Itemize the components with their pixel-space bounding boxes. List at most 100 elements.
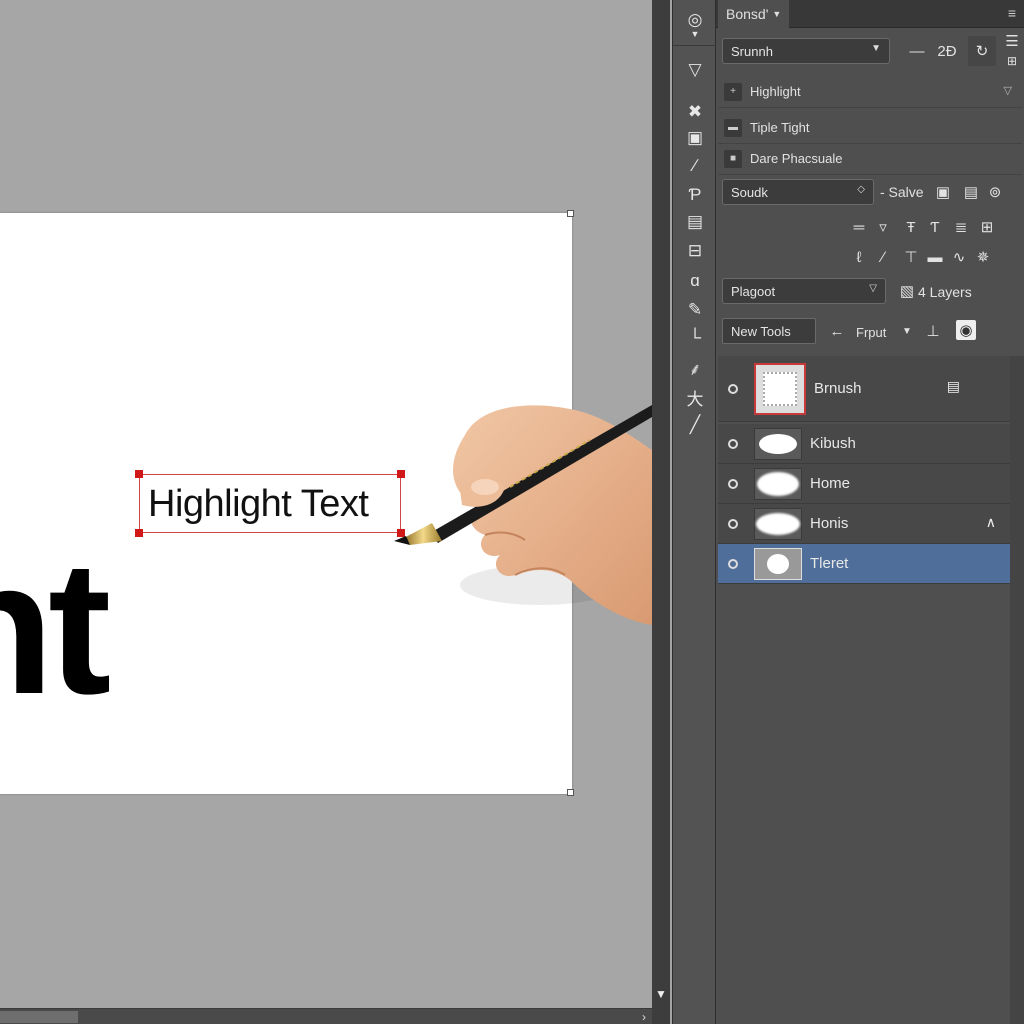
layer-name: Kibush <box>810 435 856 452</box>
layer-name: Brnush <box>814 380 862 397</box>
panel-tab-label: Bonsd' <box>726 6 769 22</box>
new-tools-label: New Tools <box>731 323 791 339</box>
brush-tool[interactable]: ✎ <box>679 296 711 324</box>
selection-handle-bl[interactable] <box>135 529 143 537</box>
scroll-right-icon[interactable]: › <box>642 1010 646 1024</box>
stamp-icon[interactable]: ⊥ <box>922 320 944 342</box>
rotate-icon[interactable]: ↻ <box>968 36 996 66</box>
textbox-icon[interactable]: ⊤ <box>900 246 922 268</box>
panel-header: Bonsd' ▼ ≡ <box>716 0 1024 28</box>
selection-handle-tl[interactable] <box>135 470 143 478</box>
fill-tool[interactable]: ▽ <box>679 56 711 84</box>
scroll-down-icon[interactable]: ▼ <box>655 987 667 1001</box>
back-arrow-icon[interactable]: ← <box>826 320 848 342</box>
panel-tab[interactable]: Bonsd' ▼ <box>718 0 790 28</box>
layer-thumbnail <box>754 362 806 415</box>
pattern-tool[interactable]: ⸙ <box>679 354 711 382</box>
visibility-toggle-icon[interactable] <box>728 438 738 449</box>
text-tracking-icon[interactable]: Ŧ <box>900 216 922 238</box>
stamp-tool[interactable]: ▣ <box>679 124 711 152</box>
layer-thumbnail <box>754 547 802 580</box>
visibility-toggle-icon[interactable] <box>728 383 738 394</box>
align-bottom-icon[interactable]: ═ <box>848 216 870 238</box>
style-dropdown-value: Soudk <box>731 184 768 200</box>
prop-row-highlight[interactable]: + Highlight ▽ <box>718 76 1022 108</box>
layer-item[interactable]: Home <box>718 464 1010 504</box>
layer-item-selected[interactable]: Tleret <box>718 544 1010 584</box>
visibility-toggle-icon[interactable] <box>728 518 738 529</box>
warp-icon[interactable]: ℓ <box>848 246 870 268</box>
layer-item[interactable]: Honis ∧ <box>718 504 1010 544</box>
minus-icon[interactable]: — <box>906 40 928 62</box>
align-lines-icon[interactable]: ☰ <box>1002 30 1022 52</box>
layer-thumbnail <box>754 467 802 500</box>
layer-item[interactable]: Brnush ▤ <box>718 356 1010 422</box>
crop-tool[interactable]: └ <box>679 324 711 352</box>
app-window: ht Highlight Text <box>0 0 1024 1024</box>
horizontal-scrollbar[interactable]: › <box>0 1008 652 1024</box>
prop-row-tiple-tight[interactable]: ▬ Tiple Tight <box>718 112 1022 144</box>
large-text-fragment[interactable]: ht <box>0 533 111 723</box>
type-tool[interactable]: Ƥ <box>679 181 711 209</box>
artboard-handle-br[interactable] <box>567 789 574 796</box>
grid-tool[interactable]: ⊟ <box>679 237 711 265</box>
glyphs-icon[interactable]: ⊞ <box>976 216 998 238</box>
canvas-area[interactable]: ht Highlight Text <box>0 0 652 1008</box>
folder-icon[interactable]: ▣ <box>932 181 954 203</box>
font-dropdown[interactable]: Srunnh ▼ <box>722 38 890 64</box>
text-transform-icon[interactable]: Ƭ <box>924 216 946 238</box>
paragraph-icon[interactable]: ≣ <box>950 216 972 238</box>
line-icon: ∕ <box>693 156 697 175</box>
lasso-tool[interactable]: ɑ <box>679 267 711 295</box>
pin-tool[interactable]: 大 <box>679 383 711 411</box>
layers-scrollbar[interactable] <box>1010 356 1024 1024</box>
magic-wand-tool[interactable]: ✖ <box>679 98 711 126</box>
save-button[interactable]: - Salve <box>880 184 924 200</box>
layer-name: Tleret <box>810 555 849 572</box>
sparkle-icon[interactable]: ✵ <box>972 246 994 268</box>
slash-icon[interactable]: ∕ <box>872 246 894 268</box>
link-icon[interactable]: ⊚ <box>984 181 1006 203</box>
layer-thumbnail <box>754 427 802 460</box>
visibility-toggle-icon[interactable] <box>728 558 738 569</box>
square-icon: ■ <box>724 149 742 168</box>
line-tool[interactable]: ∕ <box>679 152 711 180</box>
properties-panel: Bonsd' ▼ ≡ Srunnh ▼ — 2Ɖ ↻ ☰ ⊞ + Highlig… <box>716 0 1024 1024</box>
save-disk-icon[interactable]: ▤ <box>960 181 982 203</box>
panel-menu-icon[interactable]: ≡ <box>1008 5 1016 21</box>
vertical-scrollbar[interactable]: ▼ <box>652 0 670 1024</box>
pen-tool[interactable]: ╱ <box>679 411 711 439</box>
style-dropdown[interactable]: Soudk ◇ <box>722 179 874 205</box>
fill-icon: ▽ <box>688 60 702 79</box>
layer-item[interactable]: Kibush <box>718 424 1010 464</box>
stamp-icon: ▣ <box>686 128 704 147</box>
wave-icon[interactable]: ∿ <box>948 246 970 268</box>
pen-icon: ╱ <box>689 415 701 434</box>
selected-text[interactable]: Highlight Text <box>148 483 369 526</box>
layers-icon: ▧ <box>899 283 915 300</box>
front-dropdown[interactable]: Frput <box>856 325 886 340</box>
blend-mode-dropdown[interactable]: Plagoot ▽ <box>722 278 886 304</box>
horizontal-scroll-thumb[interactable] <box>0 1011 78 1023</box>
pin-icon: 大 <box>686 389 704 409</box>
pattern-icon: ⸙ <box>688 359 702 379</box>
columns-icon[interactable]: ⊞ <box>1002 50 1022 72</box>
eye-dropper-tool[interactable]: ◎ ▼ <box>673 4 717 46</box>
layer-options-icon[interactable]: ▤ <box>947 378 960 395</box>
plus-icon: + <box>724 82 742 101</box>
shape-icon[interactable]: ▿ <box>872 216 894 238</box>
text-selection-box[interactable]: Highlight Text <box>135 470 405 537</box>
chevron-up-icon[interactable]: ∧ <box>986 514 996 531</box>
fill-shape-icon[interactable]: ▬ <box>924 246 946 268</box>
collapse-icon[interactable]: ▽ <box>1004 84 1012 97</box>
layers-count: 4 Layers <box>918 284 972 300</box>
frame-tool[interactable]: ▤ <box>679 208 711 236</box>
visibility-toggle-icon[interactable] <box>728 478 738 489</box>
caret-down-icon: ▽ <box>869 283 877 294</box>
caret-down-icon[interactable]: ▼ <box>896 320 918 342</box>
new-tools-button[interactable]: New Tools <box>722 318 816 344</box>
mask-icon[interactable]: ◉ <box>956 320 976 340</box>
prop-row-dare-phacsuale[interactable]: ■ Dare Phacsuale <box>718 143 1022 175</box>
artboard-handle-tr[interactable] <box>567 210 574 217</box>
kerning-icon[interactable]: 2Ɖ <box>936 40 958 62</box>
